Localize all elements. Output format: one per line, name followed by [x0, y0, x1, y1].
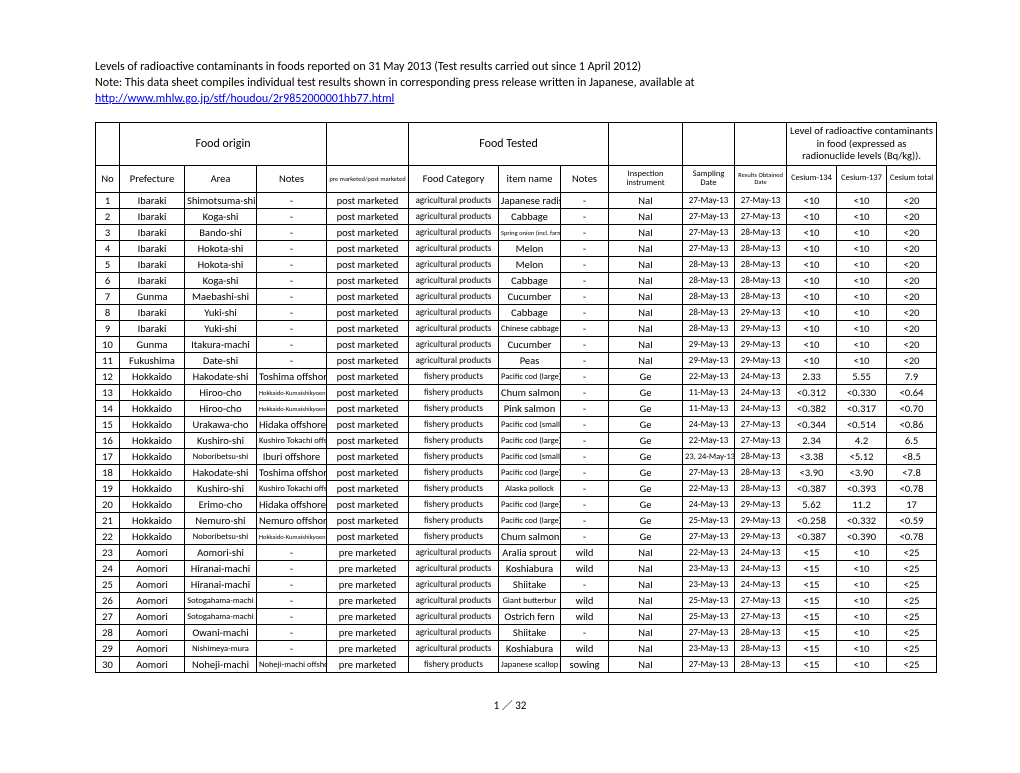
header-prefecture: Prefecture: [120, 165, 185, 193]
header-item-name: item name: [499, 165, 561, 193]
table-row: 25AomoriHiranai-machi-pre marketedagricu…: [96, 577, 937, 593]
table-row: 24AomoriHiranai-machi-pre marketedagricu…: [96, 561, 937, 577]
table-row: 27AomoriSotogahama-machi-pre marketedagr…: [96, 609, 937, 625]
table-row: 28AomoriOwani-machi-pre marketedagricult…: [96, 625, 937, 641]
table-row: 7GunmaMaebashi-shi-post marketedagricult…: [96, 289, 937, 305]
header-cs134: Cesium-134: [787, 165, 837, 193]
doc-title: Levels of radioactive contaminants in fo…: [95, 60, 925, 74]
table-row: 22HokkaidoNoboribetsu-shiHokkaido-Kumais…: [96, 529, 937, 545]
table-row: 23AomoriAomori-shi-pre marketedagricultu…: [96, 545, 937, 561]
header-food-tested: Food Tested: [409, 123, 609, 166]
source-link[interactable]: http://www.mhlw.go.jp/stf/houdou/2r98520…: [95, 92, 394, 106]
header-notes2: Notes: [561, 165, 609, 193]
table-row: 3IbarakiBando-shi-post marketedagricultu…: [96, 225, 937, 241]
header-food-category: Food Category: [409, 165, 499, 193]
header-sampling-date: Sampling Date: [683, 165, 735, 193]
header-prepost: pre marketed/post marketed: [327, 165, 409, 193]
doc-note: Note: This data sheet compiles individua…: [95, 76, 925, 90]
header-results-date: Results Obtained Date: [735, 165, 787, 193]
table-row: 1IbarakiShimotsuma-shi-post marketedagri…: [96, 193, 937, 209]
header-cstotal: Cesium total: [887, 165, 937, 193]
table-row: 30AomoriNoheji-machiNoheji-machi offshor…: [96, 657, 937, 673]
header-inspection: Inspection instrument: [609, 165, 683, 193]
page-footer: 1 ／ 32: [95, 697, 925, 713]
header-notes1: Notes: [257, 165, 327, 193]
table-row: 4IbarakiHokota-shi-post marketedagricult…: [96, 241, 937, 257]
table-row: 5IbarakiHokota-shi-post marketedagricult…: [96, 257, 937, 273]
table-row: 16HokkaidoKushiro-shiKushiro Tokachi off…: [96, 433, 937, 449]
table-row: 14HokkaidoHiroo-choHokkaido-Kumaishikyoe…: [96, 401, 937, 417]
header-food-origin: Food origin: [120, 123, 327, 166]
table-row: 20HokkaidoErimo-choHidaka offshorepost m…: [96, 497, 937, 513]
table-row: 21HokkaidoNemuro-shiNemuro offshorepost …: [96, 513, 937, 529]
table-row: 8IbarakiYuki-shi-post marketedagricultur…: [96, 305, 937, 321]
table-row: 18HokkaidoHakodate-shiToshima offshorepo…: [96, 465, 937, 481]
header-area: Area: [185, 165, 257, 193]
table-row: 9IbarakiYuki-shi-post marketedagricultur…: [96, 321, 937, 337]
table-row: 19HokkaidoKushiro-shiKushiro Tokachi off…: [96, 481, 937, 497]
table-row: 10GunmaItakura-machi-post marketedagricu…: [96, 337, 937, 353]
table-row: 2IbarakiKoga-shi-post marketedagricultur…: [96, 209, 937, 225]
header-cs137: Cesium-137: [837, 165, 887, 193]
table-row: 13HokkaidoHiroo-choHokkaido-Kumaishikyoe…: [96, 385, 937, 401]
table-row: 17HokkaidoNoboribetsu-shiIburi offshorep…: [96, 449, 937, 465]
table-row: 12HokkaidoHakodate-shiToshima offshorepo…: [96, 369, 937, 385]
table-row: 11FukushimaDate-shi-post marketedagricul…: [96, 353, 937, 369]
table-row: 29AomoriNishimeya-mura-pre marketedagric…: [96, 641, 937, 657]
header-no: No: [96, 165, 120, 193]
data-table: Food origin Food Tested Level of radioacti…: [95, 122, 937, 673]
table-row: 26AomoriSotogahama-machi-pre marketedagr…: [96, 593, 937, 609]
table-row: 6IbarakiKoga-shi-post marketedagricultur…: [96, 273, 937, 289]
header-level: Level of radioactive contaminants in foo…: [787, 123, 937, 166]
table-row: 15HokkaidoUrakawa-choHidaka offshorepost…: [96, 417, 937, 433]
